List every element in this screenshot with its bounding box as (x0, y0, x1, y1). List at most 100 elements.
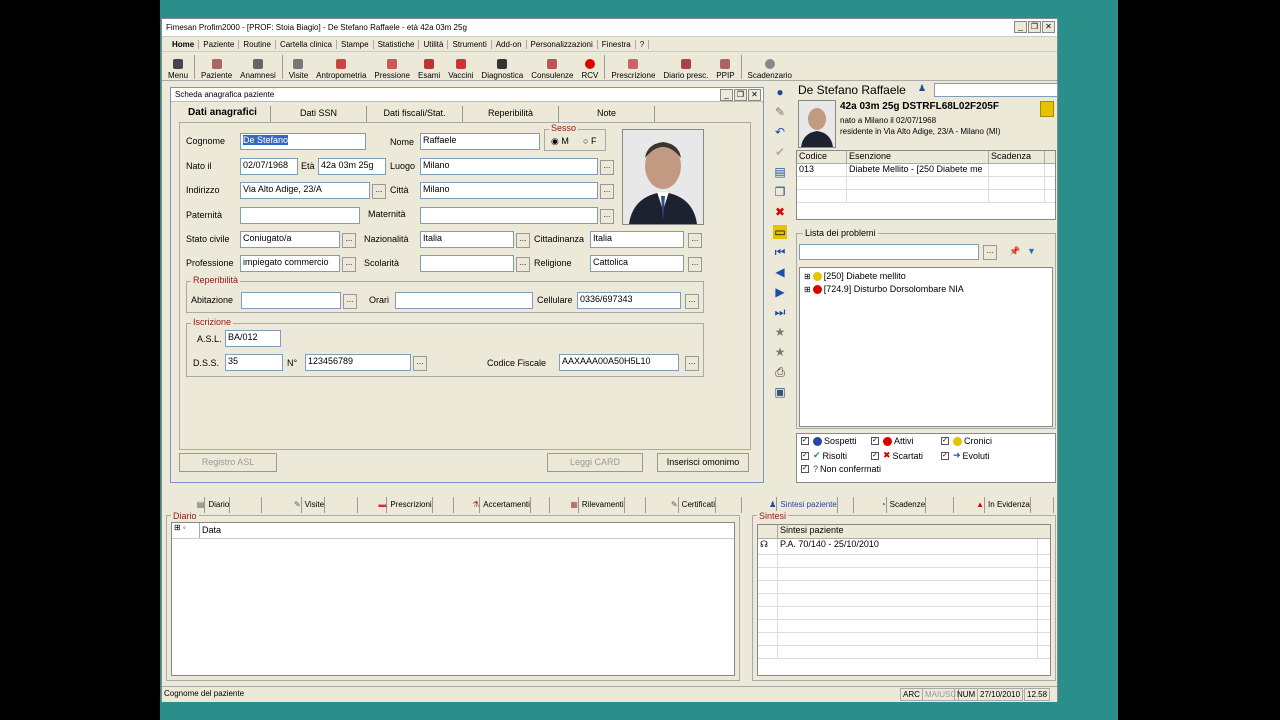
first-icon[interactable]: ⏮ (773, 245, 787, 259)
tab-rilevamenti[interactable]: ▦ Rilevamenti (550, 497, 646, 513)
nazionalita-input[interactable]: Italia (420, 231, 514, 248)
citta-input[interactable]: Milano (420, 182, 598, 199)
citta-lookup-button[interactable]: ... (600, 184, 614, 199)
cittadinanza-input[interactable]: Italia (590, 231, 684, 248)
indirizzo-input[interactable]: Via Alto Adige, 23/A (240, 182, 370, 199)
numero-input[interactable]: 123456789 (305, 354, 411, 371)
toolbar-paziente[interactable]: Paziente (197, 52, 236, 80)
orari-input[interactable] (395, 292, 533, 309)
sesso-f-radio[interactable]: ○ F (583, 136, 596, 146)
problems-filter-input[interactable] (799, 244, 979, 260)
registro-asl-button[interactable]: Registro ASL (179, 453, 277, 472)
print-icon[interactable]: ⎙ (773, 365, 787, 379)
nome-input[interactable]: Raffaele (420, 133, 540, 150)
list-icon[interactable]: ▤ (773, 165, 787, 179)
abitazione-input[interactable] (241, 292, 341, 309)
close-button[interactable]: ✕ (1042, 21, 1055, 33)
cellulare-lookup-button[interactable]: ... (685, 294, 699, 309)
sesso-m-radio[interactable]: ◉ M (551, 136, 569, 147)
codice-fiscale-lookup-button[interactable]: ... (685, 356, 699, 371)
legend-risolti[interactable]: ✓ ✔ Risolti (801, 450, 847, 461)
card-icon[interactable]: ▭ (773, 225, 787, 239)
tab-dati-anagrafici[interactable]: Dati anagrafici (175, 106, 271, 122)
delete-icon[interactable]: ✖ (773, 205, 787, 219)
restore-button[interactable]: ❐ (1028, 21, 1041, 33)
stato-input[interactable]: Coniugato/a (240, 231, 340, 248)
menu-statistiche[interactable]: Statistiche (374, 39, 420, 49)
paternita-input[interactable] (240, 207, 360, 224)
toolbar-menu[interactable]: Menu (164, 52, 192, 80)
problem-item[interactable]: ⊞ [250] Diabete mellito (804, 271, 906, 281)
tab-certificati[interactable]: ✎ Certificati (646, 497, 742, 513)
toolbar-diagnostica[interactable]: Diagnostica (477, 52, 527, 80)
codice-fiscale-input[interactable]: AAXAAA00A50H5L10 (559, 354, 679, 371)
cittadinanza-lookup-button[interactable]: ... (688, 233, 702, 248)
table-row[interactable]: ☊ P.A. 70/140 - 25/10/2010 (758, 539, 1050, 555)
toolbar-ppip[interactable]: PPIP (712, 52, 738, 80)
scolarita-input[interactable] (420, 255, 514, 272)
patient-search-input[interactable] (934, 83, 1058, 97)
diario-col-data[interactable]: Data (200, 523, 221, 538)
menu-cartella[interactable]: Cartella clinica (276, 39, 337, 49)
tab-visite[interactable]: ✎ Visite (262, 497, 358, 513)
luogo-lookup-button[interactable]: ... (600, 160, 614, 175)
tab-scadenze[interactable]: ◔ Scadenze (854, 497, 954, 513)
eta-input[interactable]: 42a 03m 25g (318, 158, 386, 175)
tab-note[interactable]: Note (559, 106, 655, 122)
maternita-input[interactable] (420, 207, 598, 224)
professione-input[interactable]: impiegato commercio (240, 255, 340, 272)
tab-reperibilita[interactable]: Reperibilità (463, 106, 559, 122)
tab-in-evidenza[interactable]: ▲ In Evidenza (954, 497, 1054, 513)
menu-home[interactable]: Home (168, 39, 200, 49)
sintesi-col-header[interactable]: Sintesi paziente (778, 525, 1038, 538)
leggi-card-button[interactable]: Leggi CARD (547, 453, 643, 472)
table-row[interactable]: 013 Diabete Mellito - [250 Diabete me (797, 164, 1055, 177)
toolbar-consulenze[interactable]: Consulenze (527, 52, 577, 80)
toolbar-scadenzario[interactable]: Scadenzario (744, 52, 796, 80)
stato-lookup-button[interactable]: ... (342, 233, 356, 248)
copy-icon[interactable]: ❐ (773, 185, 787, 199)
confirm-icon[interactable]: ✔ (773, 145, 787, 159)
toolbar-anamnesi[interactable]: Anamnesi (236, 52, 280, 80)
dialog-minimize-button[interactable]: _ (720, 89, 733, 101)
toolbar-vaccini[interactable]: Vaccini (444, 52, 477, 80)
dialog-restore-button[interactable]: ❐ (734, 89, 747, 101)
problem-item[interactable]: ⊞ [724.9] Disturbo Dorsolombare NIA (804, 284, 964, 294)
filter-icon[interactable]: ▼ (1027, 246, 1036, 256)
folder-icon[interactable] (1040, 101, 1054, 117)
dialog-close-button[interactable]: ✕ (748, 89, 761, 101)
menu-addon[interactable]: Add-on (492, 39, 527, 49)
legend-sospetti[interactable]: ✓ Sospetti (801, 436, 857, 446)
menu-routine[interactable]: Routine (239, 39, 276, 49)
star-outline-icon[interactable]: ★ (773, 345, 787, 359)
dss-input[interactable]: 35 (225, 354, 283, 371)
toolbar-prescrizione[interactable]: Prescrizione (607, 52, 659, 80)
minimize-button[interactable]: _ (1014, 21, 1027, 33)
tab-prescrizioni[interactable]: ▬ Prescrizioni (358, 497, 454, 513)
abitazione-lookup-button[interactable]: ... (343, 294, 357, 309)
prev-icon[interactable]: ◀ (773, 265, 787, 279)
edit-icon[interactable]: ✎ (773, 105, 787, 119)
toolbar-visite[interactable]: Visite (285, 52, 312, 80)
nato-input[interactable]: 02/07/1968 (240, 158, 298, 175)
menu-utilita[interactable]: Utilità (419, 39, 449, 49)
last-icon[interactable]: ⏭ (773, 305, 787, 319)
menu-strumenti[interactable]: Strumenti (448, 39, 492, 49)
search-patient-icon[interactable]: ♟ (918, 83, 926, 94)
inserisci-omonimo-button[interactable]: Inserisci omonimo (657, 453, 749, 472)
toolbar-diario-presc[interactable]: Diario presc. (659, 52, 712, 80)
asl-input[interactable]: BA/012 (225, 330, 281, 347)
star-icon[interactable]: ★ (773, 325, 787, 339)
nazionalita-lookup-button[interactable]: ... (516, 233, 530, 248)
menu-stampe[interactable]: Stampe (337, 39, 374, 49)
toolbar-rcv[interactable]: RCV (577, 52, 602, 80)
maternita-lookup-button[interactable]: ... (600, 209, 614, 224)
menu-paziente[interactable]: Paziente (199, 39, 240, 49)
menu-personalizzazioni[interactable]: Personalizzazioni (527, 39, 598, 49)
menu-help[interactable]: ? (636, 39, 650, 49)
problems-lookup-button[interactable]: ... (983, 245, 997, 260)
legend-evoluti[interactable]: ✓ ➔ Evoluti (941, 450, 990, 461)
image-icon[interactable]: ▣ (773, 385, 787, 399)
legend-cronici[interactable]: ✓ Cronici (941, 436, 992, 446)
cognome-input[interactable]: De Stefano (240, 133, 366, 150)
